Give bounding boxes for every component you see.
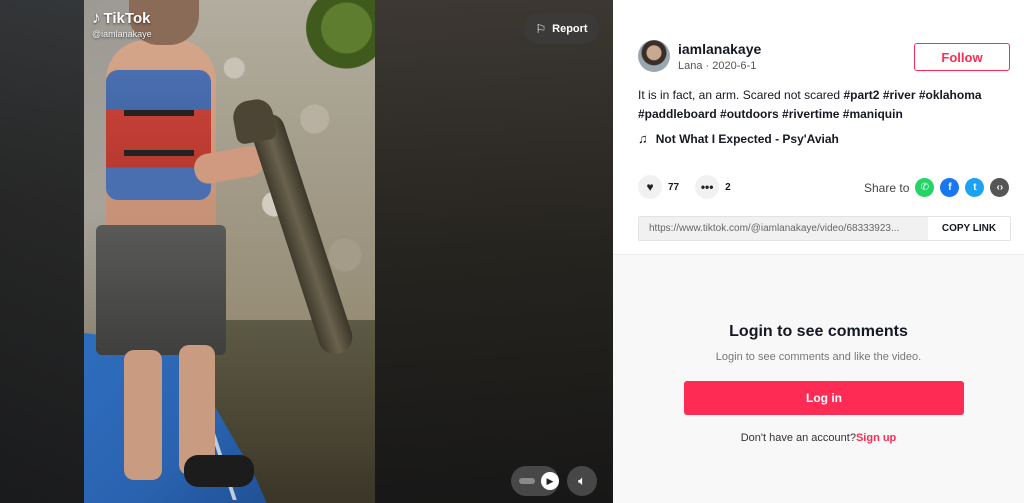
hashtag-link[interactable]: #oklahoma [919,88,982,102]
hashtag-link[interactable]: #maniquin [843,107,903,121]
video-scene-shorts [96,225,226,355]
author-meta: Lana · 2020-6-1 [678,60,761,72]
author-info[interactable]: iamlanakaye Lana · 2020-6-1 [638,40,761,72]
video-scene-life-vest [106,70,211,200]
video-scene-shoe [184,455,254,487]
login-button[interactable]: Log in [684,381,964,415]
avatar[interactable] [638,40,670,72]
signup-link[interactable]: Sign up [856,432,896,444]
hashtag-link[interactable]: #rivertime [782,107,839,121]
no-account-text: Don't have an account? [740,432,856,444]
comments-section: Login to see comments Login to see comme… [613,254,1024,503]
copy-link-button[interactable]: COPY LINK [928,217,1010,240]
share-link-box: https://www.tiktok.com/@iamlanakaye/vide… [638,216,1011,241]
toggle-track [519,478,535,484]
twitter-icon[interactable]: t [965,178,985,197]
share-bar: Share to ✆ f t ‹› [864,178,1010,197]
report-label: Report [552,22,588,35]
flag-icon: ⚐ [535,21,547,36]
play-icon: ▶ [541,472,559,490]
facebook-icon[interactable]: f [940,178,960,197]
video-player[interactable]: ♪ TikTok @iamlanakaye ⚐ Report ▶ 🔈︎ [0,0,613,503]
follow-button[interactable]: Follow [914,43,1010,71]
like-button[interactable]: ♥ [638,175,662,199]
share-label: Share to [864,180,910,195]
comment-count: 2 [725,181,731,193]
author-nickname: Lana [678,59,703,72]
post-date: 2020-6-1 [712,59,757,72]
whatsapp-icon[interactable]: ✆ [915,178,935,197]
video-scene-leg [124,350,162,480]
tiktok-logo-icon: ♪ [92,8,101,27]
video-info-panel: iamlanakaye Lana · 2020-6-1 Follow It is… [613,0,1024,503]
video-blur-background-right [375,0,613,503]
hashtag-link[interactable]: #part2 [843,88,879,102]
video-link-field[interactable]: https://www.tiktok.com/@iamlanakaye/vide… [639,217,928,240]
music-note-icon: ♫ [638,131,648,146]
comments-login-subtitle: Login to see comments and like the video… [715,351,922,363]
video-scene-tree [304,0,375,70]
video-scene-vest-strap [124,150,194,156]
speaker-icon: 🔈︎ [578,473,586,488]
signup-prompt: Don't have an account?Sign up [613,432,1024,444]
engagement-stats: ♥ 77 ••• 2 [638,175,741,199]
comment-icon: ••• [700,180,714,194]
report-button[interactable]: ⚐ Report [524,13,599,44]
tiktok-logo-text: TikTok [103,9,151,27]
hashtag-link[interactable]: #outdoors [720,107,779,121]
video-scene-vest-strap [124,110,194,116]
music-title[interactable]: Not What I Expected - Psy'Aviah [656,132,839,146]
like-count: 77 [668,181,680,193]
music-info[interactable]: ♫ Not What I Expected - Psy'Aviah [638,131,839,146]
tiktok-watermark: ♪ TikTok [92,8,150,28]
comments-login-title: Login to see comments [729,323,908,340]
comment-button[interactable]: ••• [695,175,720,199]
embed-icon[interactable]: ‹› [990,178,1010,197]
video-blur-background-left [0,0,84,503]
video-caption: It is in fact, an arm. Scared not scared… [638,86,1008,124]
caption-text: It is in fact, an arm. Scared not scared [638,88,841,102]
volume-button[interactable]: 🔈︎ [567,466,597,496]
hashtag-link[interactable]: #river [883,88,916,102]
watermark-handle: @iamlanakaye [92,29,152,39]
hashtag-link[interactable]: #paddleboard [638,107,717,121]
autoscroll-toggle[interactable]: ▶ [511,466,559,496]
video-frame[interactable] [84,0,375,503]
heart-icon: ♥ [646,180,654,194]
author-username[interactable]: iamlanakaye [678,41,761,57]
